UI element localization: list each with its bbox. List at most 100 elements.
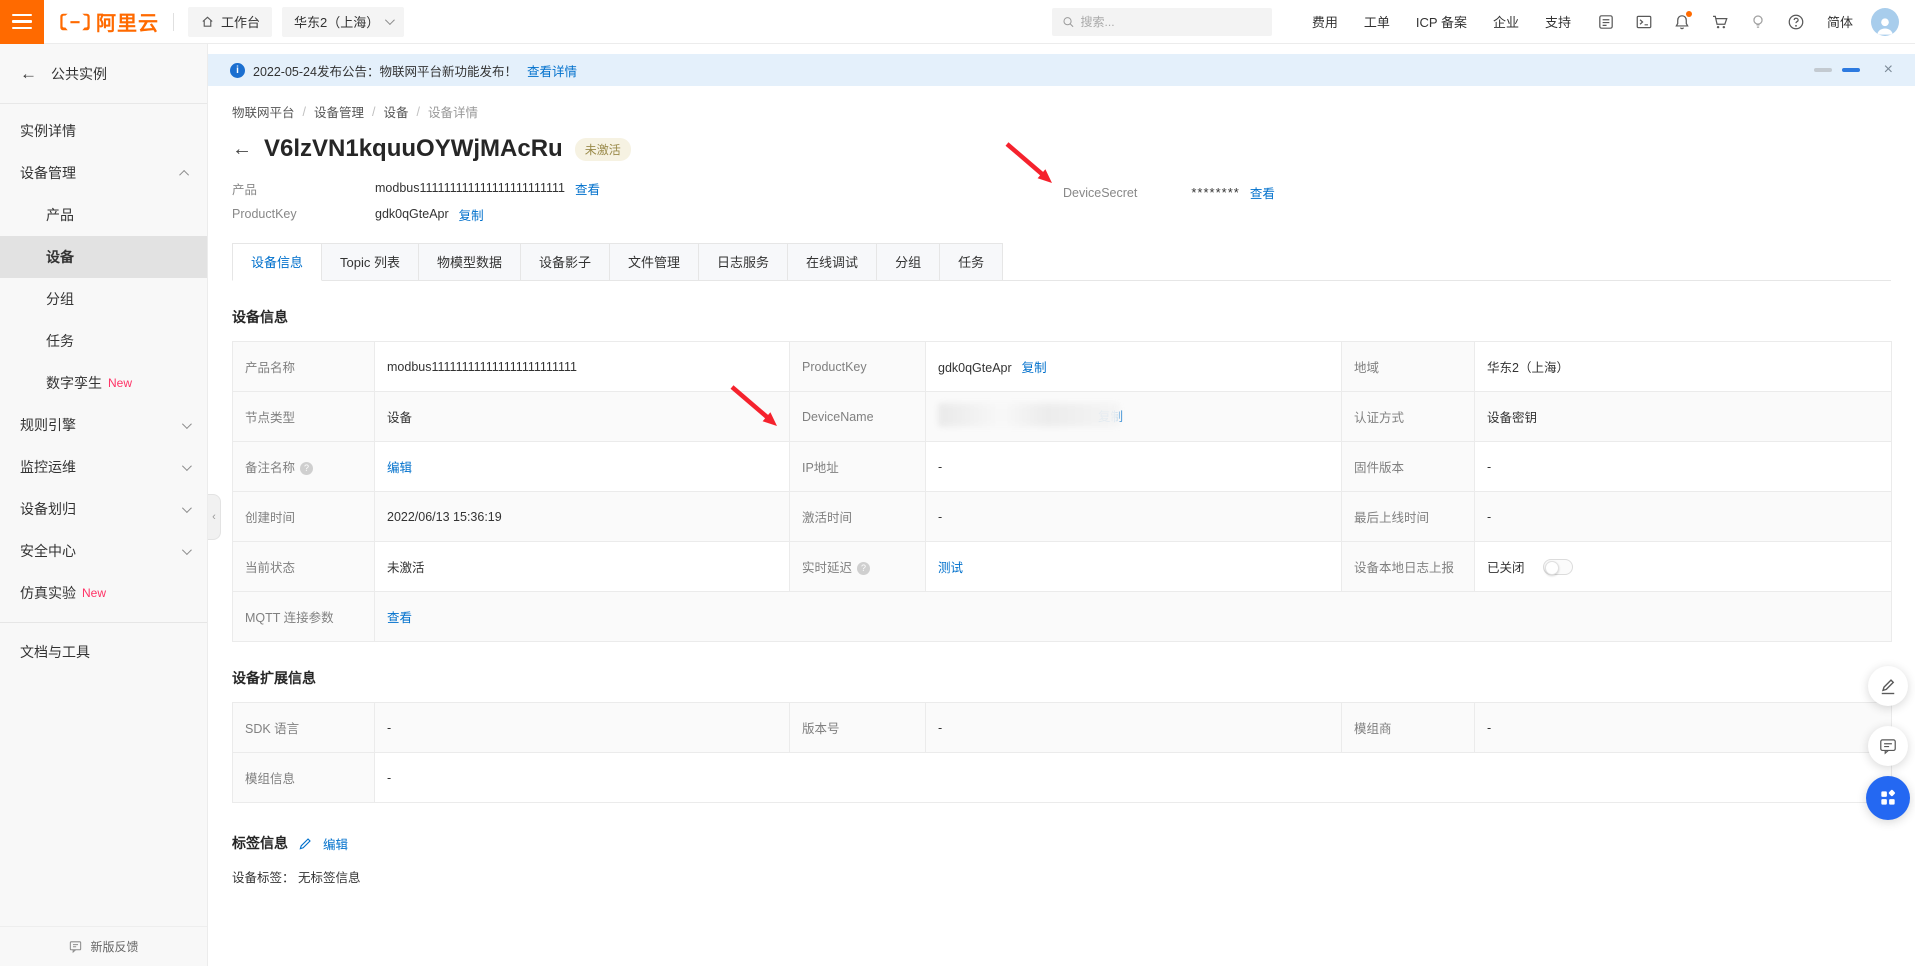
survey-float-button[interactable]	[1868, 666, 1908, 706]
table-row: 创建时间2022/06/13 15:36:19激活时间-最后上线时间-	[233, 492, 1892, 542]
sidebar-item-label: 设备	[46, 247, 74, 267]
sidebar-item-label: 设备划归	[20, 499, 76, 519]
banner-close-icon[interactable]: ×	[1884, 61, 1893, 79]
tag-edit-link[interactable]: 编辑	[323, 834, 348, 853]
cell-link[interactable]: 编辑	[387, 461, 412, 475]
new-badge: New	[82, 586, 106, 600]
sidebar-item-3[interactable]: 设备	[0, 236, 207, 278]
region-label: 华东2（上海）	[294, 12, 379, 31]
sidebar-item-9[interactable]: 设备划归	[0, 488, 207, 530]
sidebar-item-5[interactable]: 任务	[0, 320, 207, 362]
workbench-button[interactable]: 工作台	[188, 7, 272, 37]
cell-value: -	[926, 442, 1342, 492]
tab-3[interactable]: 设备影子	[521, 243, 610, 281]
cell-value: 华东2（上海）	[1475, 342, 1892, 392]
sidebar-item-label: 实例详情	[20, 121, 76, 141]
tab-8[interactable]: 任务	[940, 243, 1003, 281]
status-badge: 未激活	[575, 138, 631, 161]
carousel-dash-active[interactable]	[1842, 68, 1860, 72]
chevron-down-icon	[182, 503, 192, 513]
help-icon[interactable]: ?	[300, 462, 313, 475]
header-menu-4[interactable]: 支持	[1545, 12, 1571, 31]
tab-6[interactable]: 在线调试	[788, 243, 877, 281]
alibaba-cloud-logo[interactable]: 阿里云	[58, 7, 159, 36]
banner-detail-link[interactable]: 查看详情	[527, 61, 577, 80]
page-title: V6lzVN1kquuOYWjMAcRu	[264, 135, 563, 163]
language-selector[interactable]: 简体	[1827, 12, 1853, 31]
cell-label: MQTT 连接参数	[233, 592, 375, 642]
tab-1[interactable]: Topic 列表	[322, 243, 419, 281]
region-selector[interactable]: 华东2（上海）	[282, 7, 404, 37]
api-icon[interactable]	[1597, 13, 1615, 31]
sidebar-item-0[interactable]: 实例详情	[0, 110, 207, 152]
cart-icon[interactable]	[1711, 13, 1729, 31]
help-icon[interactable]	[1787, 13, 1805, 31]
productkey-copy-link[interactable]: 复制	[459, 205, 484, 224]
feedback-icon	[68, 939, 83, 954]
pencil-float-icon	[1878, 676, 1898, 696]
bell-icon[interactable]	[1673, 13, 1691, 31]
back-button[interactable]: ←	[232, 138, 252, 161]
chevron-down-icon	[182, 419, 192, 429]
product-view-link[interactable]: 查看	[575, 179, 600, 198]
breadcrumb-separator: /	[372, 105, 375, 119]
cell-label: 当前状态	[233, 542, 375, 592]
header-menu-3[interactable]: 企业	[1493, 12, 1519, 31]
sidebar-item-11[interactable]: 仿真实验New	[0, 572, 207, 614]
feedback-button[interactable]: 新版反馈	[0, 926, 207, 966]
pencil-icon	[298, 836, 313, 851]
carousel-dash[interactable]	[1814, 68, 1832, 72]
lamp-icon[interactable]	[1749, 13, 1767, 31]
sidebar-item-10[interactable]: 安全中心	[0, 530, 207, 572]
app-root: 阿里云 工作台 华东2（上海） 费用 工单 ICP 备案 企业 支持 简体 ← 公共实例…	[0, 0, 1915, 966]
sidebar-back-label: 公共实例	[51, 64, 107, 84]
breadcrumb-item-2[interactable]: 设备	[384, 102, 409, 121]
tab-4[interactable]: 文件管理	[610, 243, 699, 281]
sidebar-item-1[interactable]: 设备管理	[0, 152, 207, 194]
cell-label: 节点类型	[233, 392, 375, 442]
terminal-icon[interactable]	[1635, 13, 1653, 31]
cell-link[interactable]: 复制	[1022, 361, 1047, 375]
sidebar-collapse-handle[interactable]: ‹	[208, 494, 221, 540]
header-menu-0[interactable]: 费用	[1312, 12, 1338, 31]
cell-link[interactable]: 查看	[387, 611, 412, 625]
tab-7[interactable]: 分组	[877, 243, 940, 281]
apps-float-button[interactable]	[1866, 776, 1910, 820]
breadcrumb-item-0[interactable]: 物联网平台	[232, 102, 295, 121]
chat-float-button[interactable]	[1868, 726, 1908, 766]
sidebar-item-7[interactable]: 规则引擎	[0, 404, 207, 446]
search-input[interactable]	[1081, 15, 1262, 29]
sidebar-item-4[interactable]: 分组	[0, 278, 207, 320]
breadcrumb-item-1[interactable]: 设备管理	[314, 102, 364, 121]
tab-0[interactable]: 设备信息	[232, 243, 322, 281]
header-menu-1[interactable]: 工单	[1364, 12, 1390, 31]
avatar[interactable]	[1871, 8, 1899, 36]
banner-text: 2022-05-24发布公告：物联网平台新功能发布！	[253, 61, 517, 80]
sidebar-item-2[interactable]: 产品	[0, 194, 207, 236]
cell-value: 设备密钥	[1475, 392, 1892, 442]
sidebar-back-button[interactable]: ← 公共实例	[0, 44, 207, 104]
search-icon	[1062, 15, 1075, 29]
cell-link[interactable]: 测试	[938, 561, 963, 575]
table-row: 产品名称modbus111111111111111111111111Produc…	[233, 342, 1892, 392]
header-menu-2[interactable]: ICP 备案	[1416, 12, 1467, 31]
toggle-off[interactable]	[1543, 559, 1573, 575]
sidebar-item-8[interactable]: 监控运维	[0, 446, 207, 488]
cell-label: SDK 语言	[233, 703, 375, 753]
breadcrumb-item-3: 设备详情	[428, 102, 478, 121]
help-icon[interactable]: ?	[857, 562, 870, 575]
cell-label: 产品名称	[233, 342, 375, 392]
global-search[interactable]	[1052, 8, 1272, 36]
sidebar-item-13[interactable]: 文档与工具	[0, 631, 207, 673]
tab-5[interactable]: 日志服务	[699, 243, 788, 281]
cell-label: 创建时间	[233, 492, 375, 542]
cell-value: 未激活	[375, 542, 790, 592]
cell-value: -	[1475, 703, 1892, 753]
cell-label: 备注名称?	[233, 442, 375, 492]
hamburger-menu-icon[interactable]	[0, 0, 44, 44]
tab-2[interactable]: 物模型数据	[419, 243, 521, 281]
sidebar-item-6[interactable]: 数字孪生New	[0, 362, 207, 404]
cell-value: -	[375, 753, 1892, 803]
devicesecret-view-link[interactable]: 查看	[1250, 183, 1275, 202]
logo-bracket-icon	[58, 11, 92, 33]
